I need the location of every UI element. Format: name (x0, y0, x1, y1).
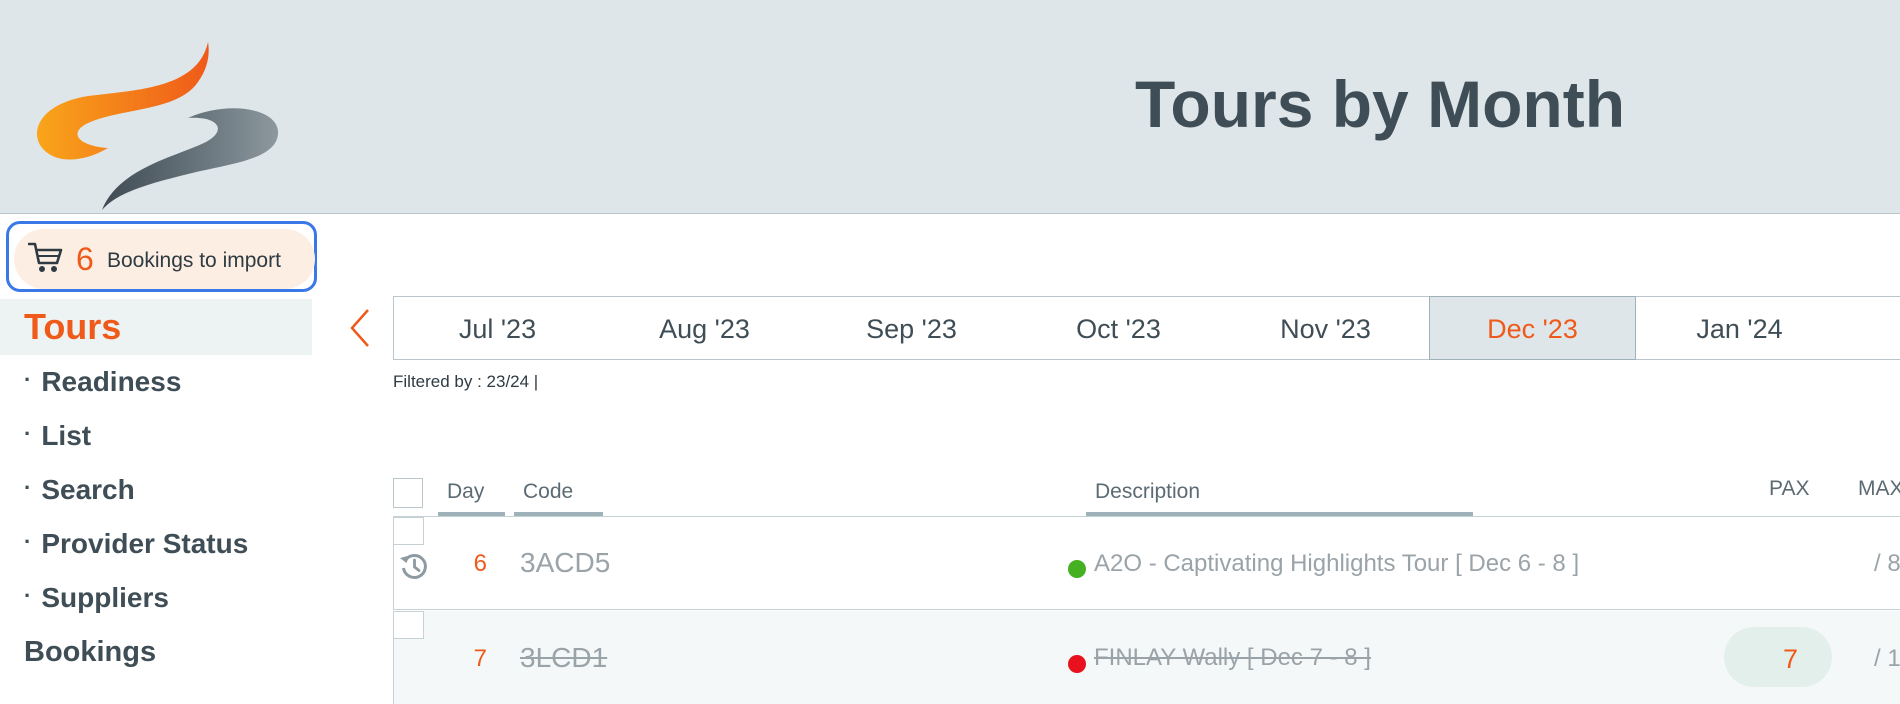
month-tab[interactable]: Oct '23 (1015, 297, 1222, 359)
column-header-label: Code (523, 480, 574, 503)
bullet: · (24, 529, 32, 554)
select-all-checkbox[interactable] (393, 478, 423, 508)
sidebar: Tours · Readiness · List · Search · Provider… (0, 299, 312, 679)
status-dot-green (1068, 560, 1086, 578)
history-icon[interactable] (399, 551, 429, 581)
column-header-code[interactable]: Code (514, 480, 603, 517)
cell-code[interactable]: 3ACD5 (520, 547, 610, 579)
month-tabs: Jul '23 Aug '23 Sep '23 Oct '23 Nov '23 … (393, 296, 1900, 360)
cart-icon (28, 242, 63, 272)
sidebar-item-label: Provider Status (41, 528, 249, 559)
column-header-max[interactable]: MAX (1858, 477, 1900, 501)
month-tab[interactable]: Aug '23 (601, 297, 808, 359)
table-row[interactable]: 6 3ACD5 A2O - Captivating Highlights Tou… (393, 517, 1900, 610)
column-header-description[interactable]: Description (1086, 480, 1473, 517)
row-checkbox[interactable] (394, 611, 424, 639)
cell-day: 7 (473, 645, 487, 672)
row-checkbox[interactable] (394, 517, 424, 545)
sidebar-section-tours[interactable]: Tours (0, 299, 312, 355)
month-tab[interactable]: Jul '23 (394, 297, 601, 359)
column-header-label: Description (1095, 480, 1201, 503)
sidebar-item-list[interactable]: · List (0, 409, 312, 463)
sidebar-item-label: Readiness (41, 366, 182, 397)
column-header-day[interactable]: Day (438, 480, 505, 517)
cell-description[interactable]: A2O - Captivating Highlights Tour [ Dec … (1094, 550, 1579, 578)
month-tab[interactable]: Sep '23 (808, 297, 1015, 359)
sidebar-item-label: List (41, 420, 92, 451)
sidebar-section-bookings[interactable]: Bookings (0, 625, 312, 679)
import-pill: 6 Bookings to import (14, 229, 315, 289)
column-header-label: Day (447, 480, 485, 503)
cell-max: / 10 (1874, 645, 1900, 672)
month-tab-active[interactable]: Dec '23 (1429, 296, 1636, 360)
cell-description[interactable]: FINLAY Wally [ Dec 7 - 8 ] (1094, 644, 1371, 672)
bullet: · (24, 421, 32, 446)
cell-code[interactable]: 3LCD1 (520, 642, 607, 674)
cell-day: 6 (473, 550, 487, 577)
table-row[interactable]: 7 3LCD1 FINLAY Wally [ Dec 7 - 8 ] 7 / 1… (393, 611, 1900, 704)
status-dot-red (1068, 655, 1086, 673)
month-tab[interactable]: Jan '24 (1636, 297, 1843, 359)
bookings-to-import-button[interactable]: 6 Bookings to import (6, 221, 317, 292)
header: Tours by Month (0, 0, 1900, 214)
sidebar-item-label: Suppliers (41, 582, 169, 613)
chevron-left-icon[interactable] (346, 306, 374, 350)
filter-text: Filtered by : 23/24 | (393, 372, 539, 391)
bullet: · (24, 583, 32, 608)
sidebar-item-label: Search (41, 474, 135, 505)
cell-pax: 7 (1782, 644, 1798, 674)
import-count: 6 (76, 241, 94, 277)
cell-max: / 8 (1874, 550, 1900, 577)
sidebar-item-search[interactable]: · Search (0, 463, 312, 517)
import-label: Bookings to import (107, 249, 281, 272)
column-header-pax[interactable]: PAX (1769, 477, 1809, 501)
sidebar-item-readiness[interactable]: · Readiness (0, 355, 312, 409)
logo-icon (36, 42, 279, 210)
sidebar-item-suppliers[interactable]: · Suppliers (0, 571, 312, 625)
sidebar-item-provider-status[interactable]: · Provider Status (0, 517, 312, 571)
bullet: · (24, 475, 32, 500)
bullet: · (24, 367, 32, 392)
page-title: Tours by Month (1134, 67, 1626, 141)
month-tab[interactable]: Nov '23 (1222, 297, 1429, 359)
